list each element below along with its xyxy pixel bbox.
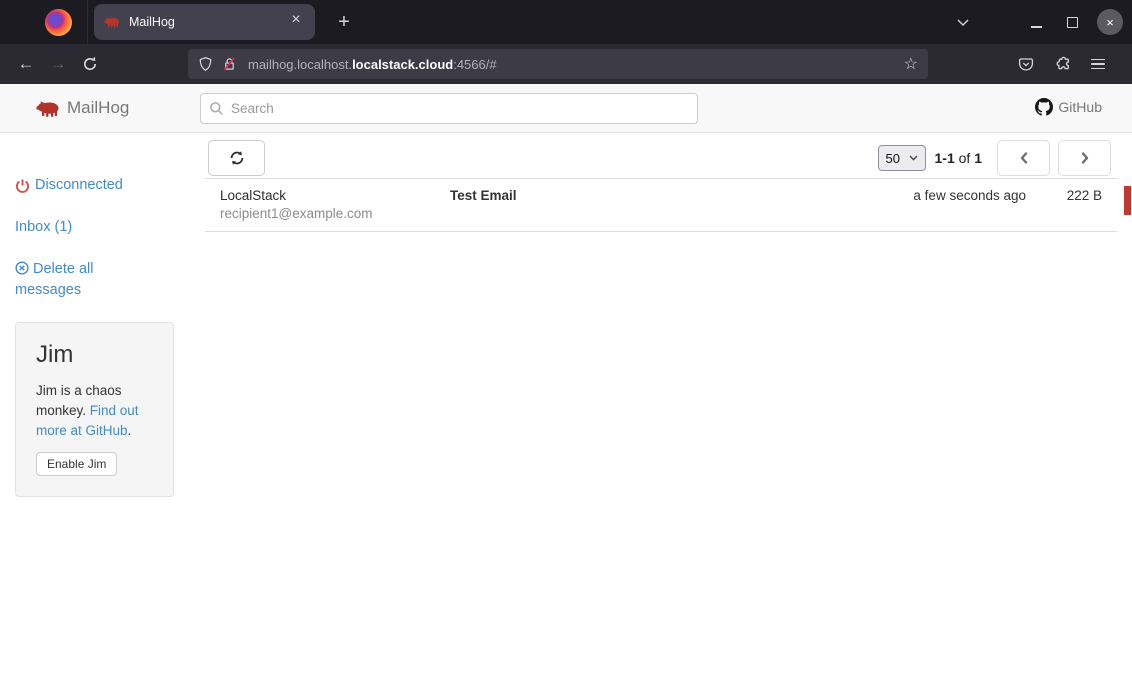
reload-button[interactable] bbox=[74, 48, 106, 80]
tab-title: MailHog bbox=[129, 15, 287, 29]
hamburger-menu-icon bbox=[1091, 59, 1105, 70]
url-domain: localstack.cloud bbox=[352, 57, 453, 72]
sidebar-item-delete-all[interactable]: Delete all messages bbox=[15, 259, 137, 301]
pagination-range: 1-1 of 1 bbox=[935, 150, 983, 166]
message-toolbar: 50 1-1 of 1 bbox=[205, 140, 1117, 176]
page-size-select[interactable]: 50 bbox=[878, 145, 926, 171]
power-icon bbox=[15, 178, 30, 194]
enable-jim-button[interactable]: Enable Jim bbox=[36, 452, 117, 476]
message-subject: Test Email bbox=[450, 187, 846, 223]
message-recipient: recipient1@example.com bbox=[220, 205, 450, 223]
puzzle-icon bbox=[1054, 56, 1071, 73]
brand-title: MailHog bbox=[67, 98, 129, 118]
window-close-button[interactable]: × bbox=[1097, 9, 1123, 35]
url-bar[interactable]: mailhog.localhost.localstack.cloud:4566/… bbox=[188, 49, 928, 79]
delete-circle-icon bbox=[15, 261, 29, 275]
mailhog-header: MailHog GitHub bbox=[0, 84, 1132, 133]
refresh-icon bbox=[229, 150, 245, 166]
search-icon bbox=[209, 101, 224, 116]
jim-panel: Jim Jim is a chaos monkey. Find out more… bbox=[15, 322, 174, 497]
page-size-value: 50 bbox=[886, 151, 900, 166]
pocket-button[interactable] bbox=[1012, 48, 1040, 80]
tab-close-icon[interactable]: × bbox=[287, 13, 305, 31]
message-list: LocalStack recipient1@example.com Test E… bbox=[205, 178, 1117, 232]
message-size: 222 B bbox=[1026, 187, 1102, 223]
jim-description: Jim is a chaos monkey. Find out more at … bbox=[36, 381, 154, 441]
window-maximize-button[interactable] bbox=[1059, 9, 1085, 35]
url-text: mailhog.localhost.localstack.cloud:4566/… bbox=[248, 57, 497, 72]
extensions-button[interactable] bbox=[1048, 48, 1076, 80]
firefox-logo-icon[interactable] bbox=[45, 9, 72, 36]
mailhog-logo-icon bbox=[36, 100, 60, 117]
chevron-left-icon bbox=[1018, 151, 1030, 165]
new-tab-button[interactable]: + bbox=[329, 7, 359, 37]
github-icon bbox=[1035, 98, 1053, 116]
message-time: a few seconds ago bbox=[846, 187, 1026, 223]
inbox-label: Inbox (1) bbox=[15, 217, 72, 238]
browser-titlebar: MailHog × + × bbox=[0, 0, 1132, 44]
browser-tab-mailhog[interactable]: MailHog × bbox=[94, 4, 315, 40]
forward-button[interactable]: → bbox=[42, 48, 74, 80]
reload-icon bbox=[82, 56, 98, 72]
sidebar: Disconnected Inbox (1) Delete all messag… bbox=[0, 133, 189, 693]
browser-navbar: ← → mailhog.localhost.localstack.cloud:4… bbox=[0, 44, 1132, 84]
github-link[interactable]: GitHub bbox=[1035, 98, 1102, 116]
url-suffix: :4566/# bbox=[453, 57, 496, 72]
jim-title: Jim bbox=[36, 341, 154, 369]
tab-separator bbox=[87, 0, 88, 44]
chevron-right-icon bbox=[1079, 151, 1091, 165]
next-page-button[interactable] bbox=[1058, 140, 1111, 176]
back-button[interactable]: ← bbox=[10, 48, 42, 80]
sidebar-item-inbox[interactable]: Inbox (1) bbox=[15, 217, 174, 238]
refresh-button[interactable] bbox=[208, 140, 265, 176]
mailhog-brand[interactable]: MailHog bbox=[36, 98, 129, 118]
chevron-down-icon bbox=[909, 155, 918, 161]
content: Disconnected Inbox (1) Delete all messag… bbox=[0, 133, 1132, 693]
message-pane: 50 1-1 of 1 LocalStack recipient1@exampl… bbox=[189, 133, 1132, 693]
github-label: GitHub bbox=[1058, 99, 1102, 115]
previous-page-button[interactable] bbox=[997, 140, 1050, 176]
search-input[interactable] bbox=[200, 93, 698, 124]
status-label: Disconnected bbox=[35, 175, 123, 196]
sidebar-item-connection-status[interactable]: Disconnected bbox=[15, 175, 174, 196]
message-from-cell: LocalStack recipient1@example.com bbox=[220, 187, 450, 223]
pocket-icon bbox=[1018, 56, 1034, 72]
mailhog-pig-icon bbox=[104, 16, 120, 28]
pagination: 50 1-1 of 1 bbox=[878, 140, 1112, 176]
unread-indicator bbox=[1124, 186, 1131, 215]
url-prefix: mailhog.localhost. bbox=[248, 57, 352, 72]
window-minimize-button[interactable] bbox=[1023, 9, 1049, 35]
insecure-lock-icon[interactable] bbox=[222, 56, 237, 72]
message-sender: LocalStack bbox=[220, 187, 450, 205]
message-row[interactable]: LocalStack recipient1@example.com Test E… bbox=[205, 179, 1117, 232]
app-menu-button[interactable] bbox=[1084, 48, 1112, 80]
bookmark-star-icon[interactable]: ☆ bbox=[904, 54, 918, 74]
tracking-shield-icon[interactable] bbox=[198, 56, 213, 72]
list-tabs-chevron-icon[interactable] bbox=[951, 13, 975, 32]
